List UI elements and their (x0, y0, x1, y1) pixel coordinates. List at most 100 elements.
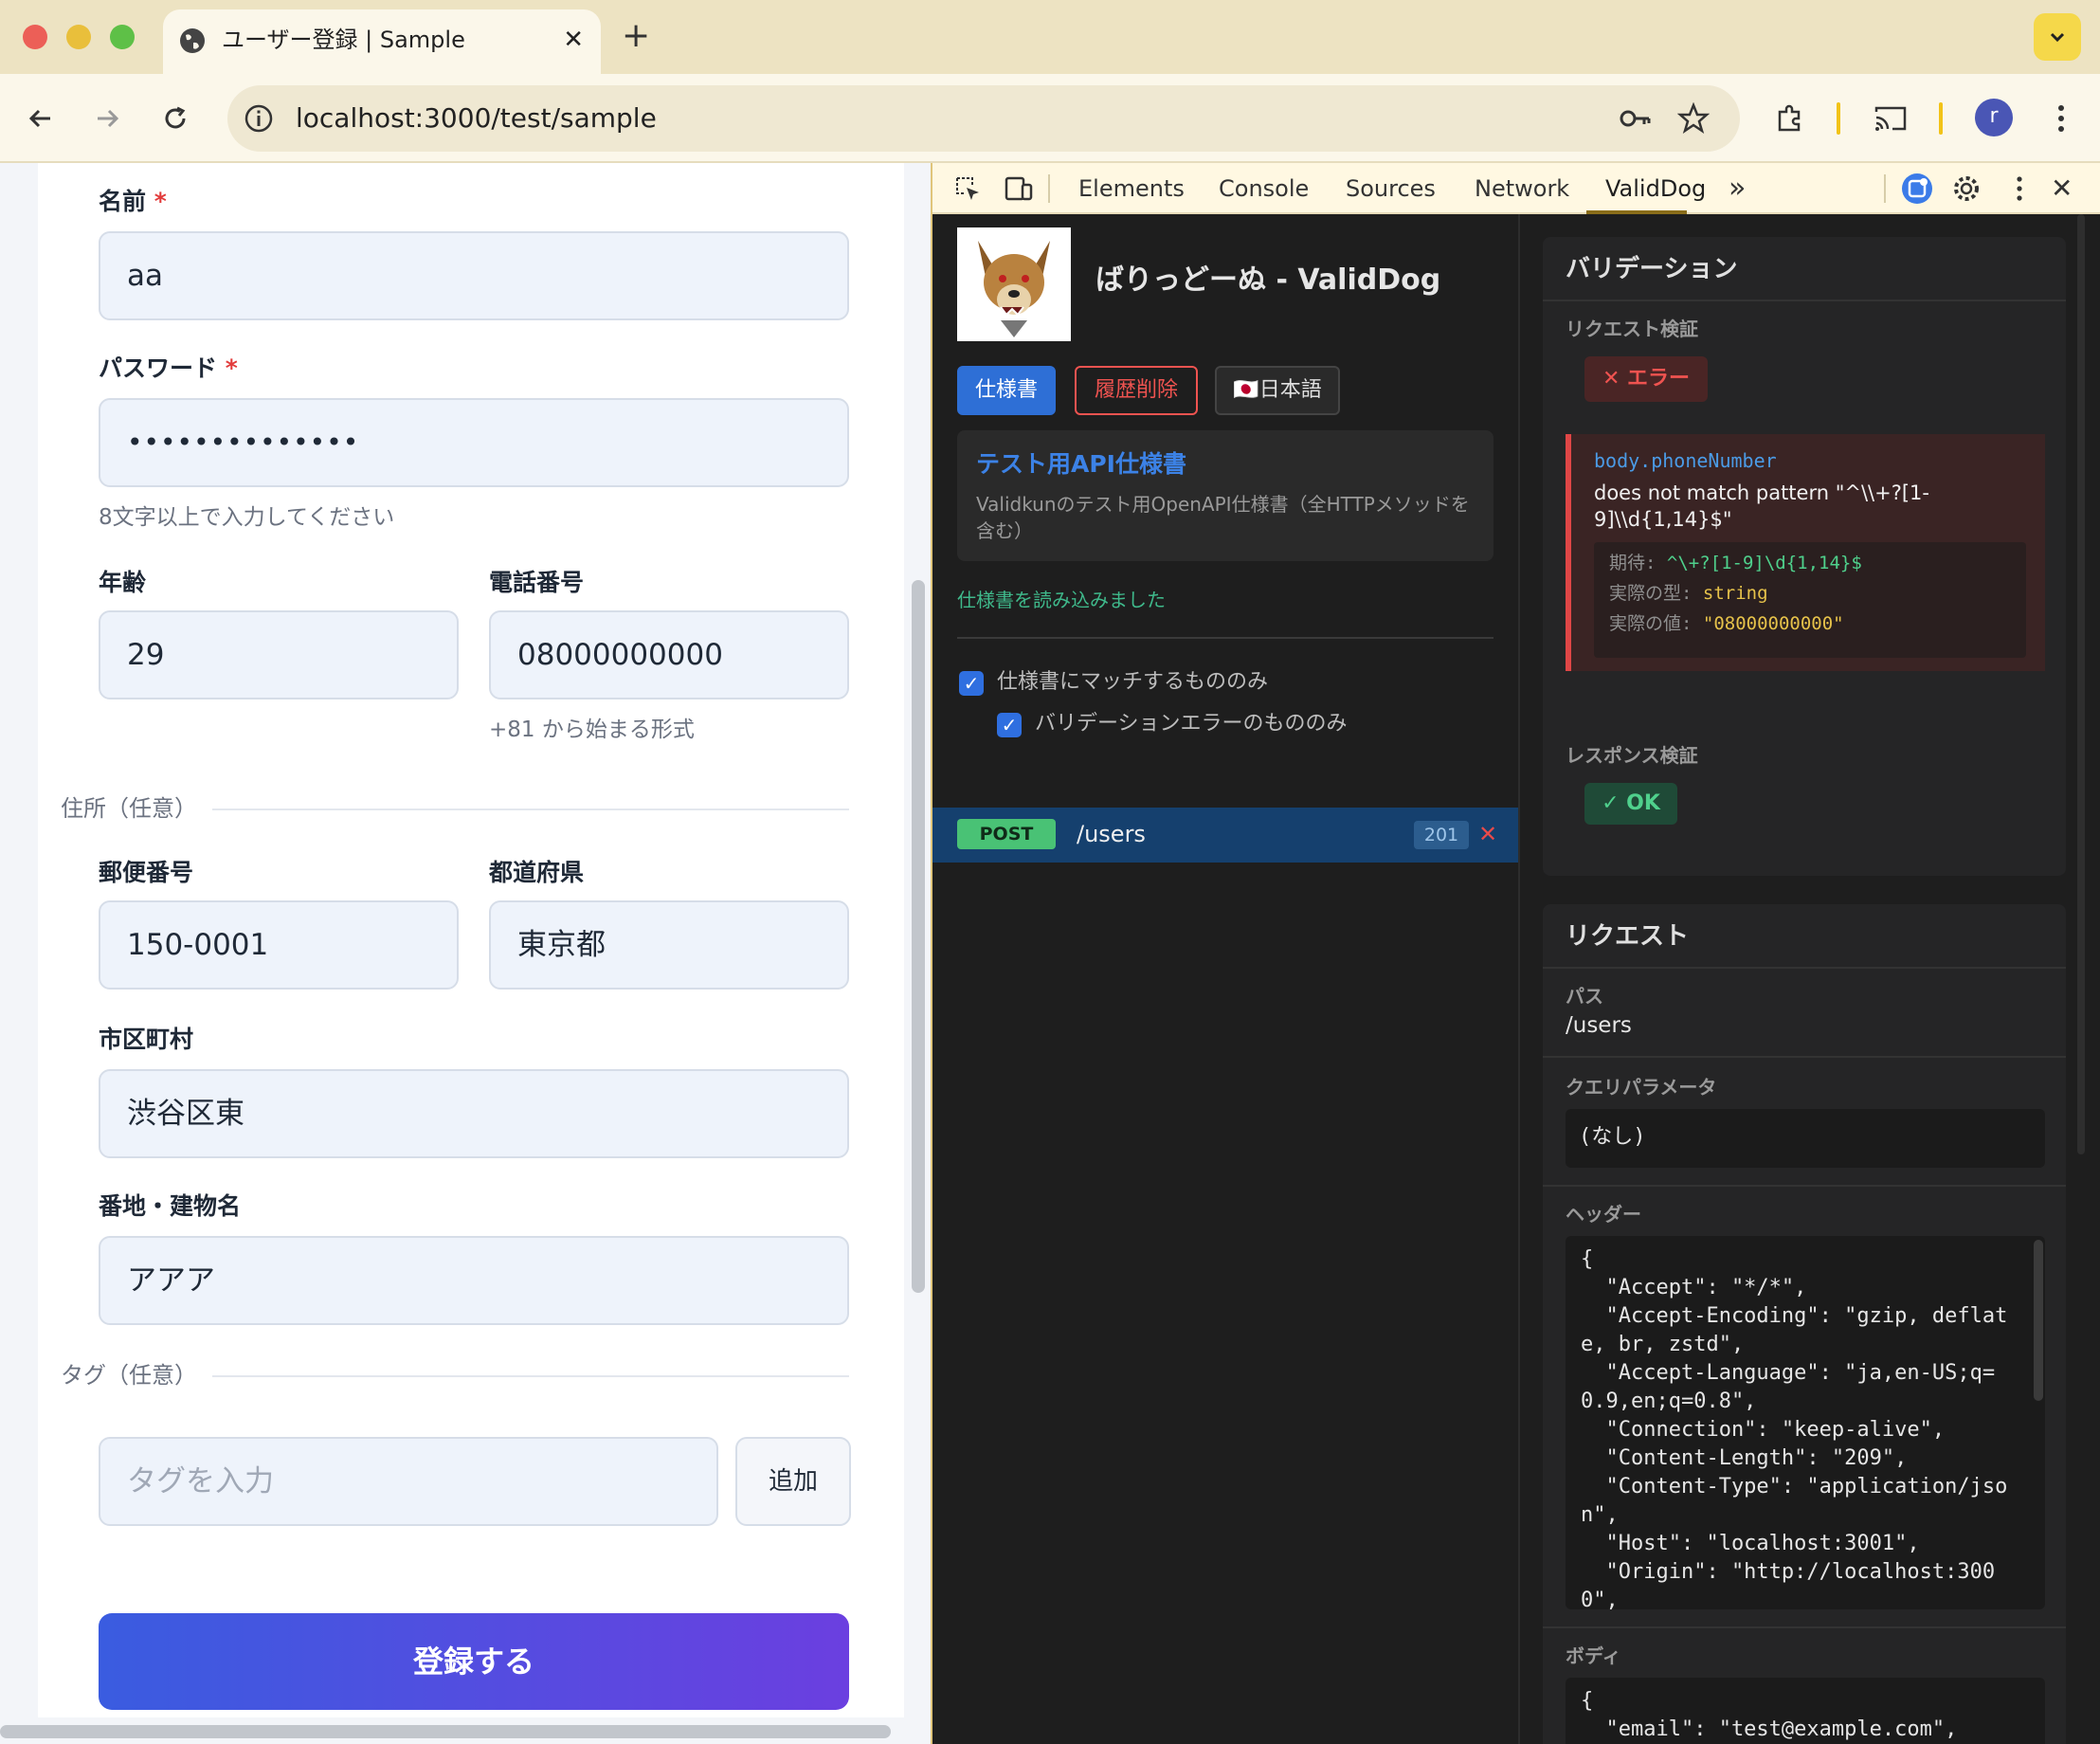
arrow-left-icon (28, 109, 50, 128)
spec-loaded-message: 仕様書を読み込みました (957, 589, 1166, 611)
request-list-item[interactable]: POST /users 201 ✕ (932, 808, 1518, 863)
profile-avatar[interactable]: r (1975, 99, 2013, 136)
tab-elements[interactable]: Elements (1078, 163, 1185, 214)
panel-divider (1543, 1056, 2066, 1058)
street-input[interactable]: アアア (99, 1236, 849, 1325)
tab-sources[interactable]: Sources (1346, 163, 1436, 214)
tag-input-placeholder: タグを入力 (127, 1464, 274, 1499)
city-input[interactable]: 渋谷区東 (99, 1069, 849, 1158)
actual-value-key: 実際の値: (1609, 613, 1693, 634)
detail-panel-scrollbar[interactable] (2077, 214, 2085, 1154)
error-details: 期待: ^\+?[1-9]\d{1,14}$ 実際の型: string 実際の値… (1594, 542, 2026, 658)
cast-button[interactable] (1867, 95, 1914, 142)
site-info-icon[interactable] (243, 102, 275, 135)
page-vertical-scrollbar[interactable] (912, 580, 925, 1293)
prefecture-input-value: 東京都 (517, 928, 606, 962)
kebab-menu-icon (2058, 105, 2064, 132)
filter-errors-only-checkbox[interactable]: ✓ (997, 713, 1022, 737)
filter-spec-only-label[interactable]: 仕様書にマッチするもののみ (997, 667, 1268, 698)
expected-key: 期待: (1609, 553, 1656, 573)
name-input[interactable]: aa (99, 231, 849, 320)
age-label: 年齢 (99, 569, 147, 596)
page-horizontal-scrollbar[interactable] (0, 1725, 891, 1738)
toolbar-separator (1939, 102, 1943, 135)
path-value: /users (1566, 1013, 1632, 1038)
settings-gear-icon[interactable] (1950, 173, 1982, 205)
name-input-value: aa (127, 259, 163, 293)
tab-title: ユーザー登録 | Sample (222, 27, 465, 53)
path-label: パス (1566, 985, 1603, 1008)
devtools-divider (1048, 174, 1050, 203)
url-text[interactable]: localhost:3000/test/sample (296, 99, 657, 138)
remove-request-icon[interactable]: ✕ (1478, 817, 1497, 851)
device-toolbar-icon[interactable] (1003, 173, 1035, 205)
new-tab-button[interactable]: + (622, 17, 650, 55)
browser-tab-active[interactable]: ユーザー登録 | Sample ✕ (163, 9, 601, 74)
window-close-button[interactable] (23, 25, 47, 49)
inspect-element-icon[interactable] (951, 173, 984, 205)
ai-assistance-icon[interactable] (1901, 173, 1933, 205)
tab-network[interactable]: Network (1475, 163, 1569, 214)
cast-icon (1874, 106, 1907, 131)
more-tabs-icon[interactable]: » (1729, 163, 1746, 214)
prefecture-input[interactable]: 東京都 (489, 900, 849, 990)
headers-scrollbar[interactable] (2034, 1240, 2043, 1401)
bookmark-star-icon[interactable] (1674, 99, 1713, 138)
headers-json: { "Accept": "*/*", "Accept-Encoding": "g… (1581, 1247, 2008, 1609)
panel-divider (957, 637, 1494, 639)
validdog-logo-icon (957, 227, 1071, 341)
tab-validdog[interactable]: ValidDog (1605, 163, 1706, 214)
spec-info-card: テスト用API仕様書 Validkunのテスト用OpenAPI仕様書（全HTTP… (957, 430, 1494, 561)
postal-code-input[interactable]: 150-0001 (99, 900, 459, 990)
spec-button[interactable]: 仕様書 (957, 366, 1056, 415)
tab-search-button[interactable] (2034, 13, 2081, 61)
validdog-request-list-panel: ばりっどーぬ - ValidDog 仕様書 履歴削除 🇯🇵日本語 テスト用API… (932, 214, 1520, 1744)
devtools-close-icon[interactable]: ✕ (2051, 163, 2073, 214)
address-bar[interactable]: localhost:3000/test/sample (227, 85, 1740, 152)
toolbar-separator (1837, 102, 1840, 135)
password-key-icon[interactable] (1615, 99, 1655, 138)
validation-heading: バリデーション (1566, 255, 1738, 283)
tag-input[interactable]: タグを入力 (99, 1437, 718, 1526)
filter-spec-only-checkbox[interactable]: ✓ (959, 671, 984, 696)
postal-code-label: 郵便番号 (99, 859, 194, 886)
browser-menu-button[interactable] (2037, 95, 2085, 142)
panel-divider (1543, 1185, 2066, 1187)
request-validation-label: リクエスト検証 (1566, 318, 1698, 340)
spec-description: Validkunのテスト用OpenAPI仕様書（全HTTPメソッドを含む） (976, 493, 1470, 542)
http-method-badge: POST (957, 819, 1056, 849)
phone-input-value: 08000000000 (517, 638, 723, 672)
clear-history-button[interactable]: 履歴削除 (1075, 366, 1198, 415)
age-input-value: 29 (127, 638, 165, 672)
add-tag-button[interactable]: 追加 (735, 1437, 851, 1526)
tags-section-header: タグ（任意） (61, 1359, 849, 1391)
prefecture-label: 都道府県 (489, 859, 585, 886)
request-heading: リクエスト (1566, 922, 1690, 951)
back-button[interactable] (17, 95, 64, 142)
devtools-tab-bar: Elements Console Sources Network ValidDo… (932, 163, 2100, 214)
extensions-button[interactable] (1766, 95, 1814, 142)
headers-code-block[interactable]: { "Accept": "*/*", "Accept-Encoding": "g… (1566, 1236, 2045, 1609)
city-label: 市区町村 (99, 1026, 194, 1053)
filter-errors-only-label[interactable]: バリデーションエラーのもののみ (1035, 709, 1348, 739)
devtools-menu-icon[interactable] (2003, 173, 2036, 205)
register-submit-button[interactable]: 登録する (99, 1613, 849, 1710)
name-label: 名前 * (99, 188, 167, 215)
forward-button[interactable] (83, 95, 131, 142)
window-minimize-button[interactable] (66, 25, 91, 49)
reload-button[interactable] (152, 95, 199, 142)
validdog-title: ばりっどーぬ - ValidDog (1095, 263, 1441, 297)
error-field-name: body.phoneNumber (1594, 449, 1777, 472)
phone-input[interactable]: 08000000000 (489, 610, 849, 699)
password-input[interactable]: •••••••••••••• (99, 398, 849, 487)
tab-console[interactable]: Console (1219, 163, 1309, 214)
language-select-button[interactable]: 🇯🇵日本語 (1215, 366, 1340, 415)
request-panel: リクエスト パス /users クエリパラメータ (なし) ヘッダー { "Ac… (1543, 904, 2066, 1744)
spec-title-link[interactable]: テスト用API仕様書 (976, 447, 1186, 481)
web-page: 名前 * aa パスワード * •••••••••••••• 8文字以上で入力し… (0, 163, 931, 1744)
tab-close-icon[interactable]: ✕ (563, 23, 584, 57)
window-zoom-button[interactable] (110, 25, 135, 49)
reload-icon (165, 106, 186, 129)
body-code-block[interactable]: { "email": "test@example.com", (1566, 1678, 2045, 1744)
age-input[interactable]: 29 (99, 610, 459, 699)
